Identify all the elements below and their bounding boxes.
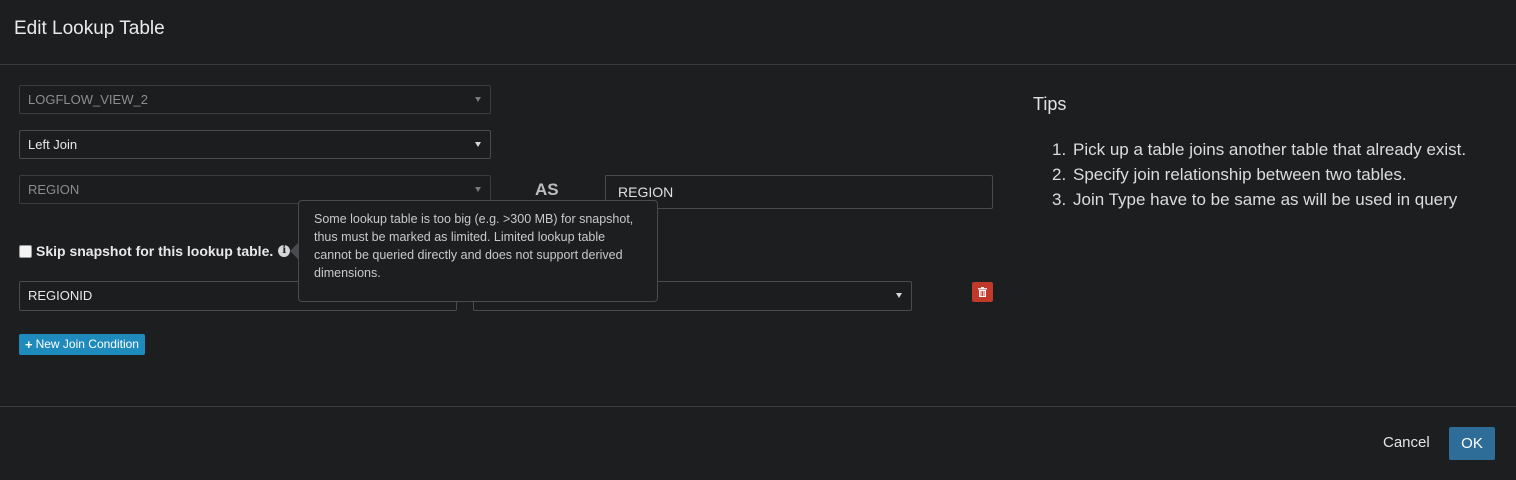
skip-snapshot-label[interactable]: Skip snapshot for this lookup table. xyxy=(36,243,273,259)
tip-item: 3. Join Type have to be same as will be … xyxy=(1052,187,1492,212)
fact-table-select: LOGFLOW_VIEW_2 xyxy=(19,85,491,114)
join-type-select[interactable]: Left Join xyxy=(19,130,491,159)
delete-join-condition-button[interactable] xyxy=(972,282,993,302)
tip-number: 1. xyxy=(1052,140,1067,159)
chevron-down-icon xyxy=(475,97,481,102)
trash-icon xyxy=(978,287,987,297)
tip-text: Specify join relationship between two ta… xyxy=(1073,165,1407,184)
tooltip-arrow xyxy=(290,243,298,259)
tip-item: 1. Pick up a table joins another table t… xyxy=(1052,137,1492,162)
new-join-condition-button[interactable]: + New Join Condition xyxy=(19,334,145,355)
join-left-column-value: REGIONID xyxy=(28,288,93,303)
as-label: AS xyxy=(535,180,559,199)
skip-snapshot-row: Skip snapshot for this lookup table. i xyxy=(19,242,291,260)
alias-input[interactable]: REGION xyxy=(605,175,993,209)
ok-button[interactable]: OK xyxy=(1449,427,1495,460)
skip-snapshot-tooltip: Some lookup table is too big (e.g. >300 … xyxy=(298,200,658,302)
modal-header: Edit Lookup Table xyxy=(0,0,1516,65)
chevron-down-icon xyxy=(475,142,481,147)
info-icon[interactable]: i xyxy=(278,245,291,257)
tips-list: 1. Pick up a table joins another table t… xyxy=(1052,137,1492,212)
skip-snapshot-checkbox[interactable] xyxy=(19,244,32,258)
plus-icon: + xyxy=(25,337,33,352)
lookup-table-select-value: REGION xyxy=(28,182,80,197)
modal-footer: Cancel OK xyxy=(0,406,1516,480)
chevron-down-icon xyxy=(896,293,902,298)
new-join-condition-label: New Join Condition xyxy=(35,337,139,351)
join-type-select-value: Left Join xyxy=(28,137,78,152)
tip-number: 2. xyxy=(1052,165,1067,184)
cancel-button[interactable]: Cancel xyxy=(1383,434,1430,452)
tip-number: 3. xyxy=(1052,190,1067,209)
tip-text: Pick up a table joins another table that… xyxy=(1073,140,1467,159)
tip-text: Join Type have to be same as will be use… xyxy=(1073,190,1458,209)
edit-lookup-table-modal: Edit Lookup Table LOGFLOW_VIEW_2 Left Jo… xyxy=(0,0,1516,480)
modal-title: Edit Lookup Table xyxy=(14,18,165,39)
tips-title: Tips xyxy=(1033,94,1067,114)
fact-table-select-value: LOGFLOW_VIEW_2 xyxy=(28,92,148,107)
chevron-down-icon xyxy=(475,187,481,192)
tip-item: 2. Specify join relationship between two… xyxy=(1052,162,1492,187)
